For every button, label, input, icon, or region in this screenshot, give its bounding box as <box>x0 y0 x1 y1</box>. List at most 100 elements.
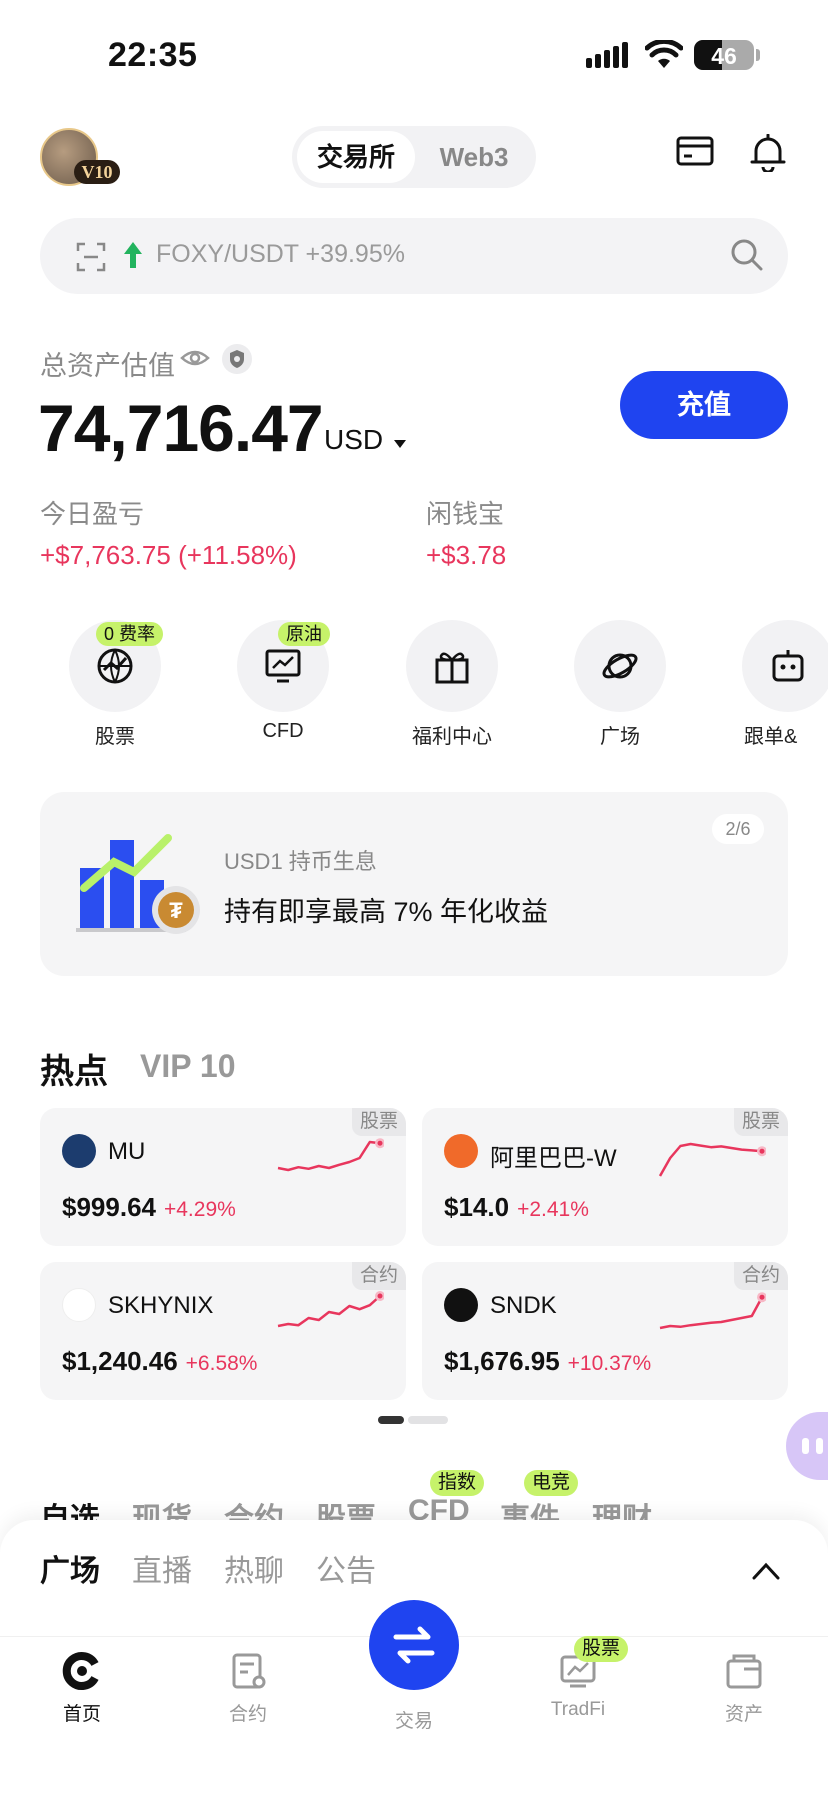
sandisk-logo-icon <box>444 1288 478 1322</box>
currency-selector[interactable]: USD <box>324 424 383 456</box>
asset-change: +6.58% <box>185 1352 258 1375</box>
trade-button[interactable] <box>369 1600 459 1690</box>
tab-contract-label: 合约 <box>228 1704 267 1725</box>
hot-card-alibaba[interactable]: 股票 阿里巴巴-W $14.0 +2.41% <box>422 1108 788 1246</box>
bell-icon[interactable] <box>750 134 786 172</box>
battery-tip <box>756 49 760 61</box>
sparkline <box>277 1291 384 1328</box>
scan-icon[interactable] <box>76 242 106 272</box>
search-icon[interactable] <box>730 238 764 272</box>
quick-action-stocks-label: 股票 <box>95 726 135 748</box>
svg-text:₮: ₮ <box>169 898 183 923</box>
tab-tradfi[interactable]: TradFi <box>518 1651 638 1721</box>
hot-pager <box>378 1416 448 1424</box>
sheet-tab-square[interactable]: 广场 <box>40 1546 100 1590</box>
events-tab-tag: 电竞 <box>524 1470 579 1496</box>
asset-name: SKHYNIX <box>108 1292 214 1319</box>
tab-trade-label: 交易 <box>394 1711 433 1732</box>
tab-home[interactable]: 首页 <box>22 1651 142 1726</box>
sparkline-end-dot <box>377 1293 383 1299</box>
sheet-tab-live[interactable]: 直播 <box>132 1546 192 1590</box>
tab-exchange[interactable]: 交易所 <box>297 131 415 183</box>
sparkline-end-dot <box>759 1294 765 1300</box>
battery-indicator: 46 <box>694 40 754 70</box>
gift-icon <box>435 652 469 684</box>
banner-subtitle: USD1 持币生息 <box>224 849 377 874</box>
chevron-up-icon[interactable] <box>752 1562 780 1580</box>
sparkline-end-dot <box>759 1148 765 1154</box>
status-time: 22:35 <box>108 36 198 74</box>
quick-action-rewards-label: 福利中心 <box>412 726 492 748</box>
robot-icon <box>772 650 804 682</box>
wifi-icon <box>645 40 683 68</box>
monitor-chart-icon <box>265 649 301 683</box>
quick-action-rewards[interactable] <box>406 620 498 712</box>
total-assets-label: 总资产估值 <box>40 351 175 381</box>
market-tag: 股票 <box>351 1108 406 1136</box>
sheet-tab-announcements[interactable]: 公告 <box>316 1546 376 1590</box>
tab-assets[interactable]: 资产 <box>684 1651 804 1726</box>
asset-price: $1,676.95 <box>444 1346 560 1376</box>
quick-action-stocks-tag: 0 费率 <box>96 622 164 646</box>
hot-section-title[interactable]: 热点 <box>40 1044 108 1093</box>
sparkline-end-dot <box>377 1140 383 1146</box>
vip-badge: V10 <box>74 160 120 184</box>
shield-icon[interactable] <box>222 344 252 374</box>
signal-icon <box>586 42 628 68</box>
micron-logo-icon <box>62 1134 96 1168</box>
vip-section-tab[interactable]: VIP 10 <box>140 1048 235 1085</box>
exchange-web3-switch: 交易所 Web3 <box>292 126 536 188</box>
market-tag: 股票 <box>733 1108 788 1136</box>
today-pnl-label: 今日盈亏 <box>40 499 145 529</box>
hot-card-mu[interactable]: 股票 MU $999.64 +4.29% <box>40 1108 406 1246</box>
swap-icon <box>393 1626 435 1664</box>
sparkline <box>277 1138 384 1172</box>
market-tag: 合约 <box>733 1262 788 1290</box>
quick-action-cfd-tag: 原油 <box>278 622 330 646</box>
tab-home-label: 首页 <box>62 1704 101 1725</box>
skhynix-logo-icon <box>62 1288 96 1322</box>
pager-dot <box>408 1416 448 1424</box>
battery-level: 46 <box>711 43 737 69</box>
tab-tradfi-label: TradFi <box>550 1699 606 1720</box>
tab-contract[interactable]: 合约 <box>188 1651 308 1726</box>
alibaba-logo-icon <box>444 1134 478 1168</box>
globe-chart-icon <box>97 648 133 684</box>
sheet-tab-chat[interactable]: 热聊 <box>224 1546 284 1590</box>
eye-icon[interactable] <box>180 346 210 370</box>
sparkline <box>659 1292 766 1330</box>
sparkline-path <box>277 1295 381 1328</box>
caret-down-icon[interactable] <box>394 440 406 448</box>
pager-dot-active <box>378 1416 404 1424</box>
idle-savings-value[interactable]: +$3.78 <box>426 540 506 571</box>
quick-action-copytrade-label: 跟单& <box>744 726 798 748</box>
asset-change: +4.29% <box>163 1198 236 1221</box>
hot-card-sndk[interactable]: 合约 SNDK $1,676.95 +10.37% <box>422 1262 788 1400</box>
hot-card-skhynix[interactable]: 合约 SKHYNIX $1,240.46 +6.58% <box>40 1262 406 1400</box>
sparkline <box>658 1142 766 1177</box>
asset-name: 阿里巴巴-W <box>490 1145 617 1172</box>
card-icon[interactable] <box>676 134 714 168</box>
today-pnl-value[interactable]: +$7,763.75 (+11.58%) <box>40 540 297 571</box>
bubble-eye <box>802 1438 809 1454</box>
search-placeholder: FOXY/USDT +39.95% <box>156 240 405 268</box>
planet-icon <box>602 653 638 679</box>
asset-price: $1,240.46 <box>62 1346 178 1376</box>
asset-price: $999.64 <box>62 1192 156 1222</box>
asset-change: +10.37% <box>567 1352 652 1375</box>
sparkline-path <box>659 1296 764 1330</box>
wallet-icon <box>726 1654 762 1689</box>
tab-web3[interactable]: Web3 <box>418 131 530 183</box>
quick-action-copytrade[interactable] <box>742 620 828 712</box>
quick-action-cfd-label: CFD <box>262 720 304 742</box>
promo-banner[interactable]: ₮ USD1 持币生息 持有即享最高 7% 年化收益 2/6 <box>40 792 788 976</box>
asset-change: +2.41% <box>517 1198 589 1221</box>
search-bar[interactable]: FOXY/USDT +39.95% <box>40 218 788 294</box>
quick-action-square[interactable] <box>574 620 666 712</box>
deposit-button[interactable]: 充值 <box>620 371 788 439</box>
market-tag: 合约 <box>351 1262 406 1290</box>
status-bar: 22:35 46 <box>0 0 828 100</box>
asset-price: $14.0 <box>444 1192 510 1222</box>
tradfi-tag: 股票 <box>574 1636 629 1662</box>
quick-action-square-label: 广场 <box>600 726 640 748</box>
